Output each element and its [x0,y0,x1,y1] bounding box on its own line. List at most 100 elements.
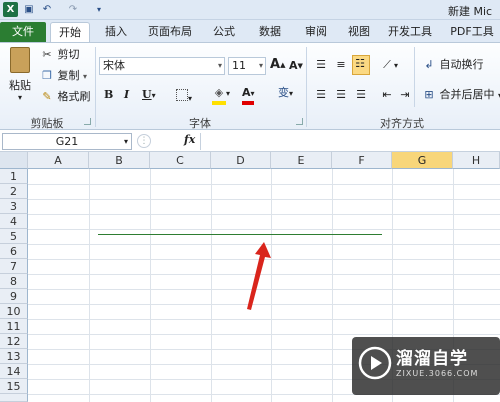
align-center-icon: ☰ [336,88,346,101]
insert-function-button[interactable]: fx [184,133,195,146]
row-header[interactable]: 11 [0,319,28,334]
column-header-g[interactable]: G [392,152,453,169]
clipboard-group-label: 剪贴板 [30,117,64,130]
row-header[interactable] [0,394,28,402]
column-header-b[interactable]: B [89,152,150,169]
gridline [28,319,500,320]
watermark-badge: 溜溜自学 ZIXUE.3066.COM [352,337,500,395]
format-painter-label: 格式刷 [57,90,91,103]
column-header-f[interactable]: F [332,152,392,169]
increase-indent-button[interactable]: ⇥ [398,87,412,103]
orientation-button[interactable]: ⟋ ▾ [380,57,398,74]
row-header[interactable]: 1 [0,169,28,184]
decrease-indent-icon: ⇤ [382,88,392,101]
select-all-corner[interactable] [0,152,28,169]
row-header[interactable]: 3 [0,199,28,214]
format-painter-button[interactable]: ✎ 格式刷 [40,89,91,105]
tab-pdf-tools[interactable]: PDF工具 [444,22,500,42]
tab-data[interactable]: 数据 [250,22,290,42]
clipboard-dialog-launcher[interactable] [84,118,91,125]
formula-bar: G21 ▾ ⋮ fx [0,131,500,152]
wrap-text-button[interactable]: ↲ 自动换行 [422,57,483,73]
gridline [28,214,500,215]
font-group-label: 字体 [189,117,211,130]
font-name-select[interactable]: 宋体 ▾ [99,57,225,75]
font-color-swatch [242,101,254,105]
gridline [332,169,333,402]
row-header[interactable]: 2 [0,184,28,199]
column-header-c[interactable]: C [150,152,211,169]
borders-button[interactable]: ▾ [176,87,194,103]
row-header[interactable]: 4 [0,214,28,229]
align-center-button[interactable]: ☰ [334,87,348,103]
separator [95,47,96,127]
column-header-d[interactable]: D [211,152,271,169]
shrink-font-button[interactable]: A▼ [289,58,303,74]
tab-view[interactable]: 视图 [340,22,378,42]
font-dialog-launcher[interactable] [296,118,303,125]
customize-qat-icon[interactable]: ▾ [92,3,106,17]
copy-button[interactable]: ❐ 复制 ▾ [40,68,87,85]
gridline [150,169,151,402]
grow-font-button[interactable]: A▲ [270,57,285,73]
tab-page-layout[interactable]: 页面布局 [142,22,198,42]
phonetic-guide-button[interactable]: 变▾ [278,85,293,102]
row-header[interactable]: 12 [0,334,28,349]
column-header-h[interactable]: H [453,152,500,169]
tab-home[interactable]: 开始 [50,22,90,42]
align-top-icon: ☰ [316,58,326,71]
formula-input[interactable] [200,133,498,150]
row-header[interactable]: 14 [0,364,28,379]
tab-developer[interactable]: 开发工具 [382,22,438,42]
font-color-button[interactable]: A▾ [242,85,255,105]
merge-center-button[interactable]: ⊞ 合并后居中 ▾ [422,87,500,104]
column-header-e[interactable]: E [271,152,332,169]
drawn-line-shape[interactable] [98,234,382,235]
gridline [28,199,500,200]
redo-icon[interactable]: ↷ [66,3,80,17]
align-bottom-button[interactable]: ☷ [352,55,370,75]
row-header[interactable]: 7 [0,259,28,274]
name-box[interactable]: G21 ▾ [2,133,132,150]
bold-button[interactable]: B [104,87,113,103]
excel-window: { "window": {"title": "新建 Mic"}, "tabs":… [0,0,500,402]
undo-icon[interactable]: ↶ [40,3,54,17]
italic-button[interactable]: I [124,87,129,103]
chevron-down-icon: ▾ [151,90,156,100]
separator [414,47,415,107]
align-right-button[interactable]: ☰ [354,87,368,103]
row-header[interactable]: 10 [0,304,28,319]
align-middle-button[interactable]: ≡ [334,57,348,73]
tab-formulas[interactable]: 公式 [204,22,244,42]
save-icon[interactable]: ▣ [22,3,36,17]
row-header[interactable]: 6 [0,244,28,259]
underline-label: U [142,88,152,101]
row-header[interactable]: 13 [0,349,28,364]
align-top-button[interactable]: ☰ [314,57,328,73]
chevron-down-icon: ▾ [289,89,294,98]
align-left-button[interactable]: ☰ [314,87,328,103]
decrease-indent-button[interactable]: ⇤ [380,87,394,103]
row-header[interactable]: 5 [0,229,28,244]
alignment-group-label: 对齐方式 [380,117,424,130]
expand-handle-icon[interactable]: ⋮ [137,134,151,148]
tab-insert[interactable]: 插入 [96,22,136,42]
tab-file[interactable]: 文件 [0,22,46,42]
gridline [28,184,500,185]
tab-review[interactable]: 审阅 [296,22,336,42]
column-header-a[interactable]: A [28,152,89,169]
merge-center-label: 合并后居中 [439,88,495,101]
chevron-down-icon: ▾ [258,61,263,70]
row-header[interactable]: 8 [0,274,28,289]
cut-button[interactable]: ✂ 剪切 [40,47,79,63]
chevron-down-icon: ▾ [250,89,255,98]
font-size-select[interactable]: 11 ▾ [228,57,266,75]
underline-button[interactable]: U▾ [142,87,156,103]
row-header[interactable]: 15 [0,379,28,394]
watermark-brand: 溜溜自学 [396,349,468,369]
paste-button[interactable]: 粘贴 ▾ [6,47,34,102]
gridline [28,229,500,230]
copy-icon: ❐ [42,69,52,82]
fill-color-button[interactable]: ◈ ▾ [212,85,230,105]
row-header[interactable]: 9 [0,289,28,304]
